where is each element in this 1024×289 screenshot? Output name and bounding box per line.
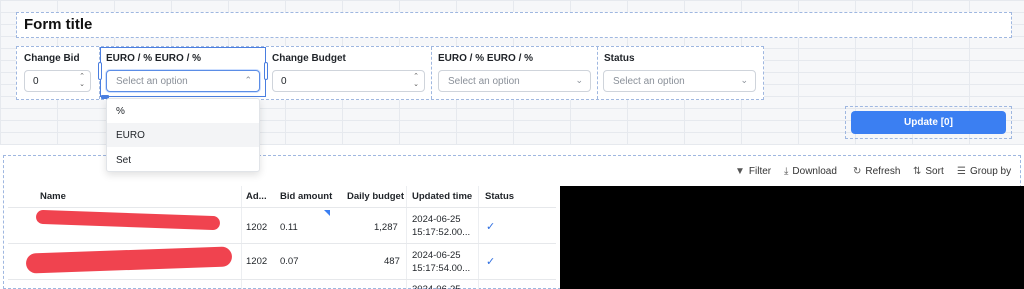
chevron-down-icon: ⌄ [740,75,748,85]
chevron-down-icon: ⌄ [575,75,583,85]
status-label: Status [604,53,635,64]
cell-updated-date: 2024-06-25 [412,214,461,225]
stepper-icon[interactable]: ⌃ ⌄ [411,73,421,89]
cell-ad: 1202 [246,256,268,267]
group-by-icon: ☰ [957,166,966,177]
status-placeholder: Select an option [613,76,685,87]
checkmark-icon: ✓ [486,221,496,233]
edited-cell-marker [324,210,330,216]
cell-bid-amount[interactable]: 0.07 [280,256,299,267]
stepper-icon[interactable]: ⌃ ⌄ [77,73,87,89]
refresh-button[interactable]: ↻ Refresh [853,166,900,177]
budget-unit-select[interactable]: Select an option ⌄ [438,70,591,92]
change-budget-value: 0 [281,76,287,87]
change-bid-value: 0 [33,76,39,87]
refresh-icon: ↻ [853,166,862,177]
group-by-button[interactable]: ☰ Group by [957,166,1011,177]
download-label: Download [792,166,837,177]
option-percent[interactable]: % [107,99,259,123]
refresh-label: Refresh [865,166,901,177]
bid-unit-placeholder: Select an option [116,76,188,87]
resize-handle-right[interactable] [264,62,268,80]
status-select[interactable]: Select an option ⌄ [603,70,756,92]
column-header-updated-time[interactable]: Updated time [412,191,472,202]
cell-updated-clock: 15:17:52.00... [412,227,471,238]
sort-button[interactable]: ⇅ Sort [913,166,944,177]
column-header-status[interactable]: Status [485,191,514,202]
cell-daily-budget[interactable]: 1,287 [374,222,398,233]
option-set[interactable]: Set [107,148,259,172]
sort-label: Sort [925,166,944,177]
row-divider [8,279,556,280]
chevron-up-icon: ⌃ [244,75,252,85]
form-title: Form title [24,16,93,33]
column-divider [478,186,479,289]
column-header-ad[interactable]: Ad... [246,191,267,202]
column-header-daily-budget[interactable]: Daily budget [347,191,404,202]
change-budget-label: Change Budget [272,53,346,64]
group-by-label: Group by [969,166,1012,177]
filter-icon: ▼ [735,166,745,177]
option-euro[interactable]: EURO [107,123,259,147]
cell-updated-date: 2024-06-25 [412,284,461,289]
cell-bid-amount[interactable]: 0.11 [280,222,298,233]
download-button[interactable]: ⤓ Download [784,166,837,177]
budget-unit-label: EURO / % EURO / % [438,53,534,64]
change-bid-label: Change Bid [24,53,80,64]
row-divider [8,243,556,244]
cell-updated-date: 2024-06-25 [412,250,461,261]
change-budget-input[interactable]: 0 ⌃ ⌄ [272,70,425,92]
bid-unit-dropdown: % EURO Set [106,98,260,172]
cell-ad: 1202 [246,222,268,233]
cell-updated-clock: 15:17:54.00... [412,263,471,274]
column-divider [406,186,407,289]
column-header-bid-amount[interactable]: Bid amount [280,191,332,202]
resize-handle-left[interactable] [98,62,102,80]
update-button[interactable]: Update [0] [851,111,1006,134]
filter-label: Filter [748,166,772,177]
row-divider [8,207,556,208]
cell-daily-budget[interactable]: 487 [384,256,400,267]
column-header-name[interactable]: Name [40,191,66,202]
download-icon: ⤓ [784,166,789,177]
bid-unit-label: EURO / % EURO / % [106,53,202,64]
form-title-container[interactable] [16,12,1012,38]
filter-button[interactable]: ▼ Filter [735,166,771,177]
column-divider [241,186,242,289]
checkmark-icon: ✓ [486,256,496,268]
budget-unit-placeholder: Select an option [448,76,520,87]
redacted-area [560,186,1024,289]
bid-unit-select[interactable]: Select an option ⌃ [106,70,260,92]
change-bid-input[interactable]: 0 ⌃ ⌄ [24,70,91,92]
sort-icon: ⇅ [913,166,922,177]
